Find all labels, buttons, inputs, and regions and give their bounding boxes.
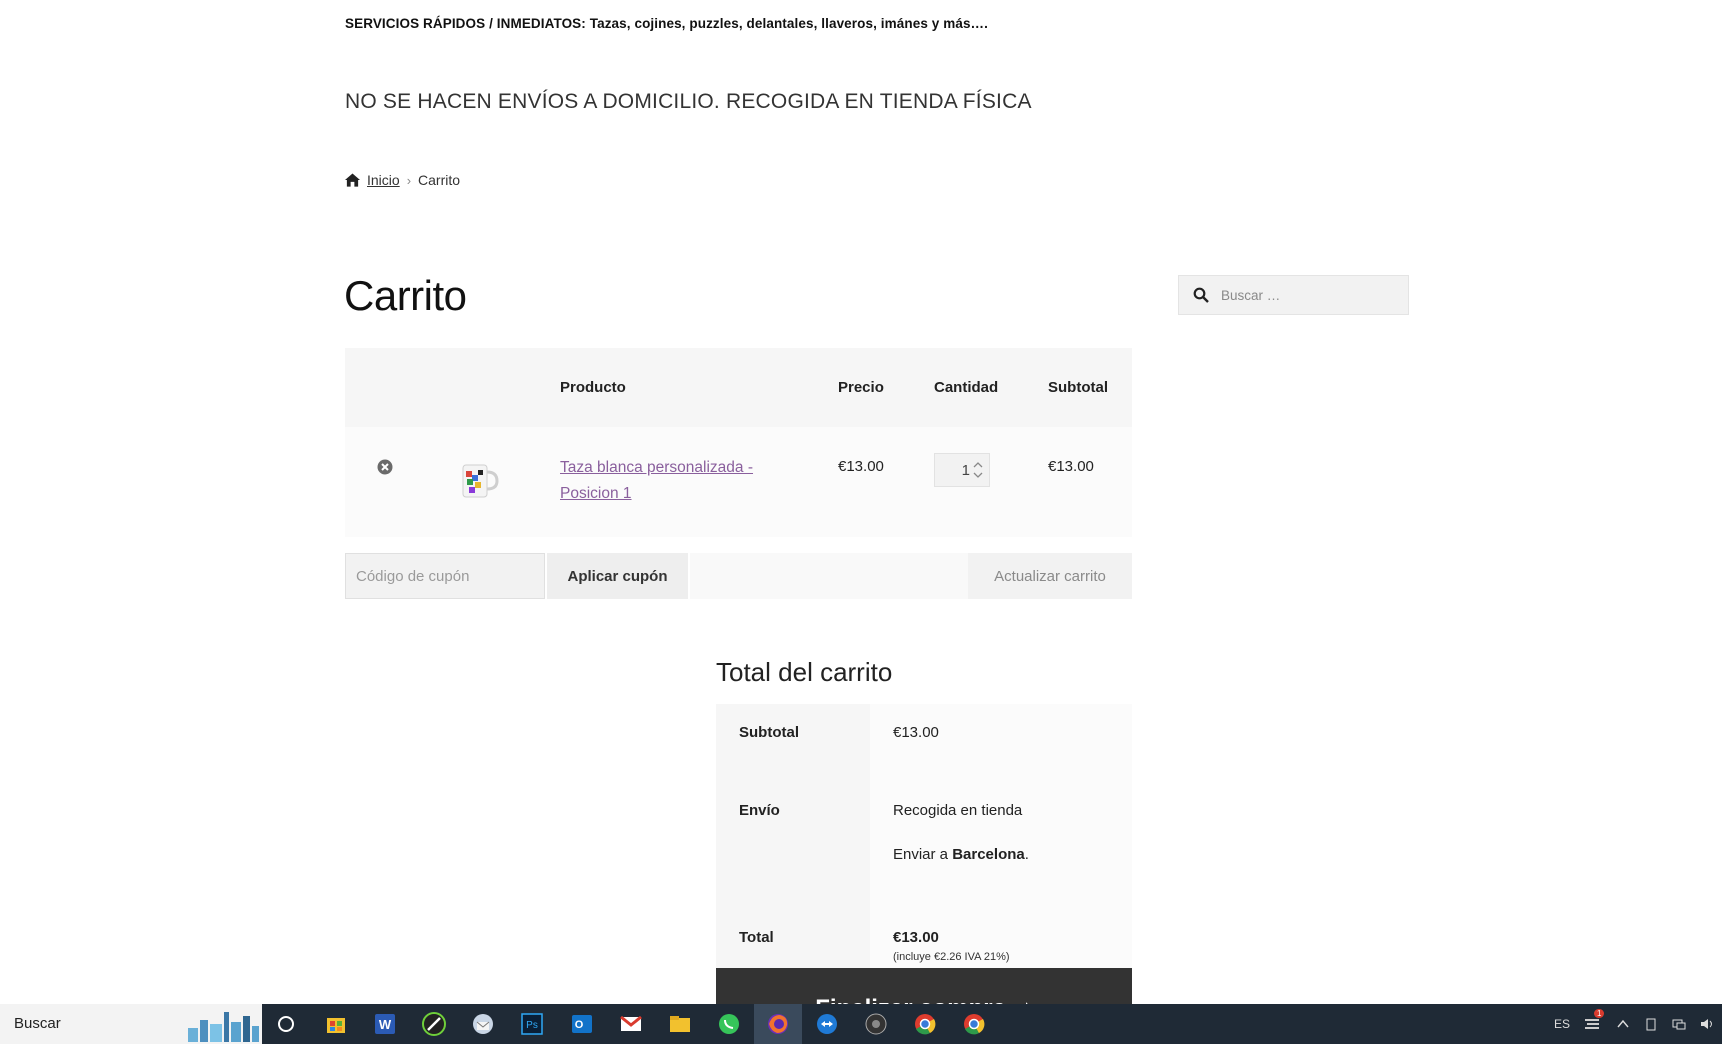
volume-icon[interactable] [1700,1017,1714,1031]
windows-taskbar: Buscar W Ps O ES 1 [0,1004,1722,1044]
product-subtotal: €13.00 [1048,458,1094,475]
whatsapp-icon[interactable] [717,1012,741,1036]
taskbar-search[interactable]: Buscar [0,1004,262,1044]
coupon-code-input[interactable] [345,553,545,599]
price-cell: €13.00 [838,427,934,537]
stepper-arrows-icon[interactable] [970,459,986,481]
network-icon[interactable] [1672,1017,1686,1031]
remove-cell [345,427,421,537]
battery-icon[interactable] [1644,1017,1658,1031]
svg-text:Ps: Ps [526,1020,538,1031]
search-input[interactable] [1219,286,1403,304]
photoshop-icon[interactable]: Ps [520,1012,544,1036]
thumbnail-cell [421,427,560,537]
breadcrumb-current: Carrito [418,172,461,188]
search-icon [1193,287,1209,303]
browser-page: SERVICIOS RÁPIDOS / INMEDIATOS: Tazas, c… [0,0,1722,1004]
remove-item-icon[interactable] [377,459,393,475]
svg-text:O: O [575,1019,584,1031]
header-price: Precio [838,348,934,427]
svg-text:W: W [379,1017,392,1032]
breadcrumb-separator: › [406,172,412,188]
shipping-label: Envío [716,782,870,909]
breadcrumb-home-link[interactable]: Inicio [367,172,400,188]
breadcrumb: Inicio › Carrito [345,172,460,188]
store-notice: NO SE HACEN ENVÍOS A DOMICILIO. RECOGIDA… [345,90,1032,113]
search-box [1178,275,1409,315]
ship-to-prefix: Enviar a [893,846,953,863]
subtotal-value: €13.00 [870,704,1132,782]
product-link[interactable]: Taza blanca personalizada - Posicion 1 [560,455,760,507]
tax-note: (incluye €2.26 IVA 21%) [893,951,1010,963]
total-value: €13.00 [893,929,939,946]
cart-header-row: Producto Precio Cantidad Subtotal [345,348,1132,427]
notification-badge: 1 [1594,1008,1605,1018]
page-title: Carrito [344,272,467,319]
chevron-up-icon[interactable] [1616,1017,1630,1031]
totals-subtotal-row: Subtotal €13.00 [716,704,1132,782]
quantity-input[interactable] [940,461,970,479]
header-product: Producto [560,348,838,427]
shipping-cell: Recogida en tienda Enviar a Barcelona. [870,782,1132,909]
obs-icon[interactable] [864,1012,888,1036]
header-quantity: Cantidad [934,348,1048,427]
cart-table: Producto Precio Cantidad Subtotal Taza b… [345,348,1132,537]
header-remove [345,348,421,427]
file-explorer-icon[interactable] [668,1012,692,1036]
update-cart-button[interactable]: Actualizar carrito [968,553,1132,599]
language-indicator[interactable]: ES [1554,1017,1570,1031]
chrome-icon[interactable] [913,1012,937,1036]
notification-area[interactable]: 1 [1584,1008,1605,1033]
checkout-button[interactable]: Finalizar compra ➞ [716,968,1132,1004]
ship-to-suffix: . [1024,846,1029,863]
top-banner: SERVICIOS RÁPIDOS / INMEDIATOS: Tazas, c… [345,16,989,31]
totals-shipping-row: Envío Recogida en tienda Enviar a Barcel… [716,782,1132,909]
product-price: €13.00 [838,458,884,475]
system-tray: ES 1 [1554,1004,1722,1044]
ship-to-destination: Enviar a Barcelona. [893,846,1132,863]
search-skyline-icon [188,1012,259,1042]
firefox-taskbar-active[interactable] [754,1004,802,1044]
home-icon [345,173,360,187]
cart-totals-title: Total del carrito [716,657,893,687]
cart-totals-table: Subtotal €13.00 Envío Recogida en tienda… [716,704,1132,1004]
chrome-icon[interactable] [962,1012,986,1036]
inkscape-icon[interactable] [422,1012,446,1036]
taskbar-search-label: Buscar [14,1015,61,1032]
thunderbird-icon[interactable] [471,1012,495,1036]
firefox-icon [768,1014,788,1034]
gmail-icon[interactable] [619,1012,643,1036]
coupon-row-spacer [690,553,968,599]
quantity-cell [934,427,1048,537]
quantity-stepper[interactable] [934,453,990,487]
ship-to-city: Barcelona [952,846,1025,863]
store-icon[interactable] [324,1012,348,1036]
teamviewer-icon[interactable] [815,1012,839,1036]
subtotal-cell: €13.00 [1048,427,1132,537]
product-thumbnail[interactable] [454,457,500,503]
apply-coupon-button[interactable]: Aplicar cupón [547,553,688,599]
outlook-icon[interactable]: O [570,1012,594,1036]
header-thumbnail [421,348,560,427]
weather-notification-icon [1585,1018,1599,1029]
shipping-method: Recogida en tienda [893,802,1023,819]
subtotal-label: Subtotal [716,704,870,782]
word-icon[interactable]: W [373,1012,397,1036]
product-cell: Taza blanca personalizada - Posicion 1 [560,427,838,537]
cortana-icon[interactable] [274,1012,298,1036]
cart-item-row: Taza blanca personalizada - Posicion 1 €… [345,427,1132,537]
header-subtotal: Subtotal [1048,348,1132,427]
